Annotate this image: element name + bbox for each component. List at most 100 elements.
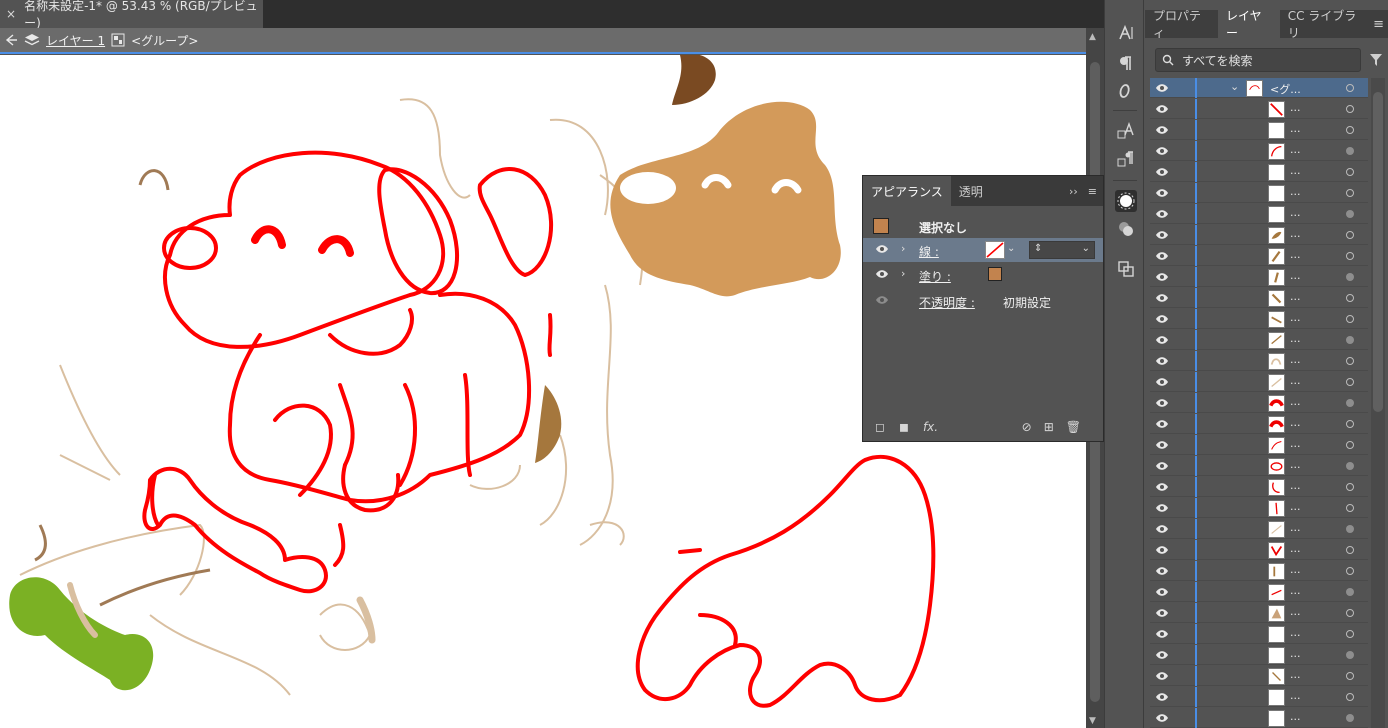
layer-row[interactable]: ... xyxy=(1150,267,1368,287)
add-fill-icon[interactable]: ◼ xyxy=(899,420,909,434)
close-tab-icon[interactable]: × xyxy=(6,7,16,21)
tab-transparency[interactable]: 透明 xyxy=(951,176,991,206)
eye-icon[interactable] xyxy=(1155,228,1169,242)
eye-icon[interactable] xyxy=(1155,144,1169,158)
opentype-panel-icon[interactable] xyxy=(1115,80,1137,102)
target-circle-icon[interactable] xyxy=(1346,546,1354,554)
eye-icon[interactable] xyxy=(1155,291,1169,305)
character-panel-icon[interactable] xyxy=(1115,22,1137,44)
layer-row[interactable]: ... xyxy=(1150,498,1368,518)
layer-row[interactable]: ... xyxy=(1150,708,1368,728)
eye-icon[interactable] xyxy=(1155,333,1169,347)
target-circle-icon[interactable] xyxy=(1346,210,1354,218)
stroke-swatch[interactable] xyxy=(985,241,1005,259)
layer-row[interactable]: ... xyxy=(1150,666,1368,686)
eye-icon[interactable] xyxy=(875,268,889,280)
layer-row[interactable]: ... xyxy=(1150,561,1368,581)
chevron-down-icon[interactable]: ⌄ xyxy=(1230,80,1239,93)
eye-icon[interactable] xyxy=(1155,270,1169,284)
collapse-panel-icon[interactable]: ›› xyxy=(1069,185,1078,198)
add-stroke-icon[interactable]: ◻ xyxy=(875,420,885,434)
target-circle-icon[interactable] xyxy=(1346,252,1354,260)
target-circle-icon[interactable] xyxy=(1346,84,1354,92)
opacity-row[interactable]: 不透明度 : 初期設定 xyxy=(863,289,1103,313)
layer-row[interactable]: ... xyxy=(1150,414,1368,434)
layer-row[interactable]: ... xyxy=(1150,225,1368,245)
paragraph-panel-icon[interactable] xyxy=(1115,52,1137,74)
eye-icon[interactable] xyxy=(1155,459,1169,473)
eye-icon[interactable] xyxy=(1155,564,1169,578)
layer-row[interactable]: ... xyxy=(1150,582,1368,602)
scroll-up-icon[interactable]: ▲ xyxy=(1089,32,1096,42)
layer-row[interactable]: ... xyxy=(1150,540,1368,560)
target-circle-icon[interactable] xyxy=(1346,651,1354,659)
layer-row[interactable]: ... xyxy=(1150,372,1368,392)
breadcrumb-group[interactable]: <グループ> xyxy=(131,32,198,49)
layers-scrollbar-thumb[interactable] xyxy=(1373,92,1383,412)
target-circle-icon[interactable] xyxy=(1346,273,1354,281)
eye-icon[interactable] xyxy=(1155,522,1169,536)
eye-icon[interactable] xyxy=(1155,627,1169,641)
character-styles-icon[interactable] xyxy=(1115,120,1137,142)
eye-icon[interactable] xyxy=(875,294,889,306)
tab-appearance[interactable]: アピアランス xyxy=(863,176,951,206)
target-circle-icon[interactable] xyxy=(1346,567,1354,575)
eye-icon[interactable] xyxy=(1155,501,1169,515)
scroll-down-icon[interactable]: ▼ xyxy=(1089,716,1096,726)
layer-row[interactable]: ... xyxy=(1150,351,1368,371)
target-circle-icon[interactable] xyxy=(1346,105,1354,113)
layer-row[interactable]: ... xyxy=(1150,99,1368,119)
layer-row[interactable]: ... xyxy=(1150,162,1368,182)
document-tab[interactable]: × 名称未設定-1* @ 53.43 % (RGB/プレビュー) xyxy=(0,0,263,30)
stroke-row[interactable]: › 線 : ⌄ ⇕ ⌄ xyxy=(863,238,1103,262)
stepper-arrows-icon[interactable]: ⇕ xyxy=(1034,243,1042,254)
target-circle-icon[interactable] xyxy=(1346,609,1354,617)
panel-menu-icon[interactable]: ≡ xyxy=(1373,10,1388,38)
target-circle-icon[interactable] xyxy=(1346,294,1354,302)
layers-search-input[interactable]: すべてを検索 xyxy=(1155,48,1361,72)
layer-row[interactable]: ... xyxy=(1150,141,1368,161)
eye-icon[interactable] xyxy=(1155,711,1169,725)
layer-row[interactable]: ... xyxy=(1150,183,1368,203)
stroke-label[interactable]: 線 : xyxy=(919,243,939,260)
clear-appearance-icon[interactable]: ⊘ xyxy=(1022,420,1032,434)
layer-row[interactable]: ... xyxy=(1150,456,1368,476)
target-circle-icon[interactable] xyxy=(1346,441,1354,449)
expand-chevron-icon[interactable]: › xyxy=(901,267,905,280)
eye-icon[interactable] xyxy=(1155,207,1169,221)
eye-icon[interactable] xyxy=(1155,375,1169,389)
eye-icon[interactable] xyxy=(1155,354,1169,368)
layer-row[interactable]: ... xyxy=(1150,330,1368,350)
target-circle-icon[interactable] xyxy=(1346,126,1354,134)
artboards-panel-icon[interactable] xyxy=(1115,258,1137,280)
eye-icon[interactable] xyxy=(1155,480,1169,494)
target-circle-icon[interactable] xyxy=(1346,672,1354,680)
target-circle-icon[interactable] xyxy=(1346,168,1354,176)
eye-icon[interactable] xyxy=(875,243,889,255)
target-circle-icon[interactable] xyxy=(1346,189,1354,197)
eye-icon[interactable] xyxy=(1155,249,1169,263)
eye-icon[interactable] xyxy=(1155,81,1169,95)
eye-icon[interactable] xyxy=(1155,396,1169,410)
tab-properties[interactable]: プロパティ xyxy=(1145,9,1218,40)
delete-icon[interactable]: 🗑 xyxy=(1066,420,1081,434)
eye-icon[interactable] xyxy=(1155,312,1169,326)
expand-chevron-icon[interactable]: › xyxy=(901,242,905,255)
target-circle-icon[interactable] xyxy=(1346,588,1354,596)
paragraph-styles-icon[interactable] xyxy=(1115,148,1137,170)
appearance-panel-icon[interactable] xyxy=(1115,190,1137,212)
eye-icon[interactable] xyxy=(1155,690,1169,704)
layer-row[interactable]: ... xyxy=(1150,309,1368,329)
layer-row-group[interactable]: ⌄ <グ... xyxy=(1150,78,1368,98)
chevron-down-icon[interactable]: ⌄ xyxy=(1082,243,1090,254)
target-circle-icon[interactable] xyxy=(1346,525,1354,533)
layer-row[interactable]: ... xyxy=(1150,435,1368,455)
layer-row[interactable]: ... xyxy=(1150,603,1368,623)
eye-icon[interactable] xyxy=(1155,648,1169,662)
eye-icon[interactable] xyxy=(1155,543,1169,557)
layer-row[interactable]: ... xyxy=(1150,246,1368,266)
layer-row[interactable]: ... xyxy=(1150,687,1368,707)
target-circle-icon[interactable] xyxy=(1346,630,1354,638)
target-circle-icon[interactable] xyxy=(1346,357,1354,365)
opacity-label[interactable]: 不透明度 : xyxy=(919,294,975,311)
